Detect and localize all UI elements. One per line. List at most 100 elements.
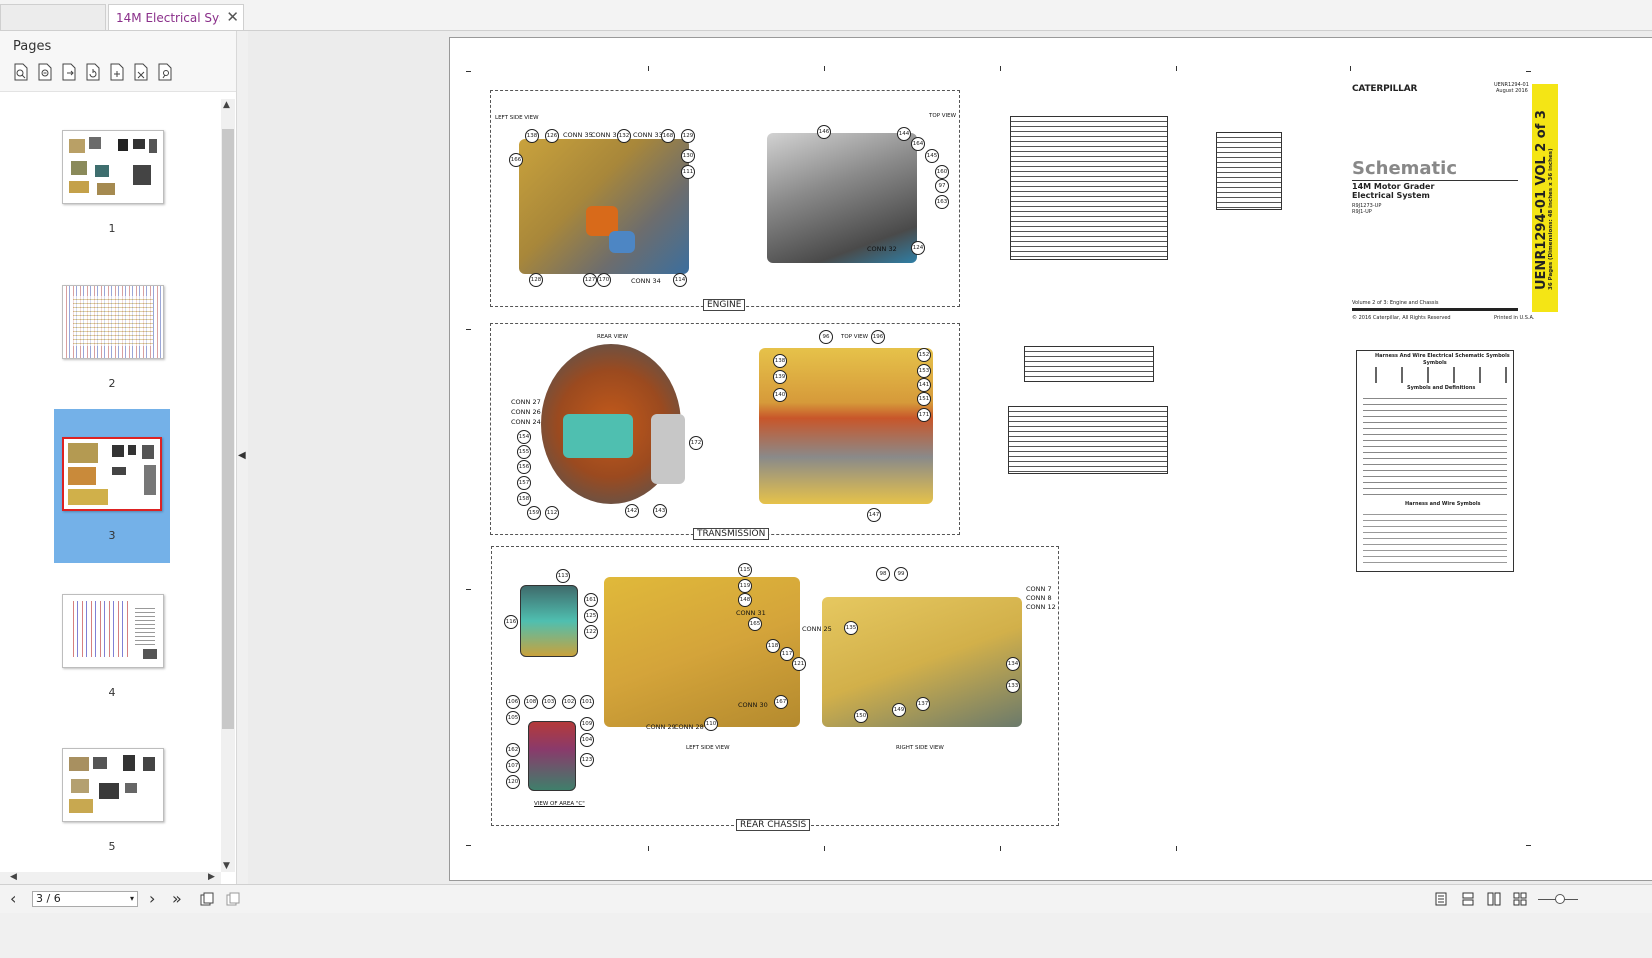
- callout: 118: [766, 639, 780, 653]
- registration-mark: [1000, 66, 1001, 71]
- page-properties-icon[interactable]: [157, 63, 173, 81]
- callout: 111: [681, 165, 695, 179]
- page-delete-icon[interactable]: [133, 63, 149, 81]
- copy-page-icon[interactable]: [200, 892, 214, 906]
- thumbnail-page-5[interactable]: 5: [54, 728, 170, 882]
- vertical-doc-subtitle: 36 Pages (Dimensions: 48 inches x 36 inc…: [1548, 148, 1554, 290]
- callout: 117: [780, 647, 794, 661]
- thumbnail-scrollbar[interactable]: ▲ ▼: [221, 99, 235, 872]
- previous-page-button[interactable]: ‹: [10, 890, 16, 908]
- callout: 151: [917, 392, 931, 406]
- callout: 122: [584, 625, 598, 639]
- two-page-view-icon[interactable]: [1487, 892, 1501, 906]
- page-insert-icon[interactable]: [109, 63, 125, 81]
- thumbnail-page-4[interactable]: 4: [54, 574, 170, 728]
- tab-document-label: 14M Electrical Syste...: [116, 11, 220, 25]
- collapse-sidebar-icon[interactable]: ◀: [238, 450, 246, 461]
- callout: 107: [506, 759, 520, 773]
- status-bar: ‹ 3 / 6 ▾ › »: [0, 884, 1652, 913]
- scroll-left-icon[interactable]: ◀: [10, 872, 17, 882]
- connector-label: CONN 31: [736, 609, 766, 617]
- area-c-illustration: [528, 721, 576, 791]
- continuous-view-icon[interactable]: [1461, 892, 1475, 906]
- scroll-right-icon[interactable]: ▶: [208, 872, 215, 882]
- connector-label: CONN 30: [738, 701, 768, 709]
- callout: 123: [580, 753, 594, 767]
- page-zoom-icon[interactable]: [37, 63, 53, 81]
- connector-label: CONN 7: [1026, 585, 1052, 593]
- system-name: Electrical System: [1352, 191, 1430, 200]
- callout: 146: [817, 125, 831, 139]
- callout: 124: [911, 241, 925, 255]
- printed-info: Printed in U.S.A.: [1494, 315, 1535, 321]
- thumbnail-page-1[interactable]: 1: [54, 110, 170, 264]
- zoom-slider-handle[interactable]: [1555, 894, 1565, 904]
- callout: 149: [892, 703, 906, 717]
- view-label: TOP VIEW: [841, 334, 869, 340]
- view-label: LEFT SIDE VIEW: [686, 745, 730, 751]
- page-rotate-icon[interactable]: [85, 63, 101, 81]
- connector-label: CONN 35: [563, 131, 593, 139]
- callout: 127: [583, 273, 597, 287]
- engine-filter-illustration: [609, 231, 635, 253]
- callout: 129: [681, 129, 695, 143]
- scroll-down-icon[interactable]: ▼: [223, 861, 230, 871]
- schematic-heading: Schematic: [1352, 158, 1458, 179]
- callout: 112: [545, 506, 559, 520]
- document-viewport[interactable]: LEFT SIDE VIEW TOP VIEW CONN 35 CONN 36 …: [248, 31, 1652, 884]
- extract-page-icon[interactable]: [226, 892, 240, 906]
- callout: 167: [774, 695, 788, 709]
- reference-table: [1008, 406, 1168, 474]
- registration-mark: [1350, 66, 1351, 71]
- callout: 109: [580, 717, 594, 731]
- callout: 119: [738, 579, 752, 593]
- callout: 105: [506, 711, 520, 725]
- last-page-button[interactable]: »: [172, 890, 182, 908]
- symbols-row: [1363, 367, 1507, 383]
- registration-mark: [1000, 846, 1001, 851]
- connector-label: CONN 27: [511, 398, 541, 406]
- callout: 148: [738, 593, 752, 607]
- callout: 134: [1006, 657, 1020, 671]
- close-icon[interactable]: ✕: [226, 8, 239, 26]
- callout: 121: [792, 657, 806, 671]
- callout: 144: [897, 127, 911, 141]
- registration-mark: [1176, 66, 1177, 71]
- callout: 140: [773, 388, 787, 402]
- connector-label: CONN 33: [633, 131, 663, 139]
- callout: 137: [916, 697, 930, 711]
- callout: 125: [584, 609, 598, 623]
- thumbnail-page-3[interactable]: 3: [54, 409, 170, 563]
- chevron-down-icon[interactable]: ▾: [130, 892, 134, 906]
- callout: 166: [509, 153, 523, 167]
- page-export-icon[interactable]: [61, 63, 77, 81]
- tab-bar: 14M Electrical Syste... ✕: [0, 0, 1652, 31]
- callout: 138: [525, 129, 539, 143]
- thumbnail-page-2[interactable]: 2: [54, 265, 170, 419]
- tab-document[interactable]: 14M Electrical Syste... ✕: [108, 4, 244, 30]
- callout: 164: [911, 137, 925, 151]
- inset-illustration: [520, 585, 578, 657]
- registration-mark: [466, 329, 471, 330]
- next-page-button[interactable]: ›: [149, 890, 155, 908]
- connector-label: CONN 34: [631, 277, 661, 285]
- panel-title: TRANSMISSION: [693, 528, 770, 540]
- page-number-value: 3 / 6: [36, 892, 61, 905]
- callout: 108: [524, 695, 538, 709]
- scroll-up-icon[interactable]: ▲: [223, 100, 230, 110]
- page-search-icon[interactable]: [13, 63, 29, 81]
- callout: 196: [871, 330, 885, 344]
- thumbnail-image: [62, 748, 164, 822]
- connector-label: CONN 29: [646, 723, 676, 731]
- thumbnail-image: [62, 130, 164, 204]
- registration-mark: [648, 846, 649, 851]
- callout: 157: [517, 476, 531, 490]
- scrollbar-thumb[interactable]: [222, 129, 234, 729]
- grid-view-icon[interactable]: [1513, 892, 1527, 906]
- tab-blank[interactable]: [0, 4, 106, 30]
- thumbnail-hscrollbar[interactable]: ◀ ▶: [0, 872, 221, 884]
- callout: 158: [517, 492, 531, 506]
- page-number-input[interactable]: 3 / 6 ▾: [32, 891, 138, 907]
- single-page-view-icon[interactable]: [1434, 892, 1448, 906]
- callout: 172: [689, 436, 703, 450]
